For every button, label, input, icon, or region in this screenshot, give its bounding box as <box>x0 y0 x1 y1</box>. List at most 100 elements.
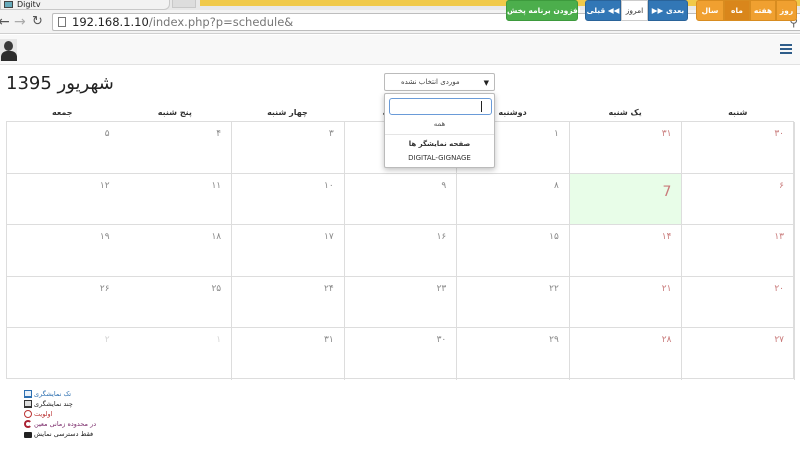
day-number: ۱۸ <box>211 232 222 243</box>
day-cell[interactable]: ۱۸ <box>119 225 233 277</box>
day-number: 7 <box>662 183 672 200</box>
day-cell[interactable]: ۵ <box>7 122 120 174</box>
today-button[interactable]: امروز <box>621 0 648 21</box>
day-cell[interactable]: ۴ <box>119 122 233 174</box>
day-cell[interactable]: ۱۰ <box>232 173 345 226</box>
new-tab-button[interactable] <box>172 0 196 8</box>
day-cell[interactable]: ۲۹ <box>457 328 570 380</box>
display-dropdown: همه صفحه نمایشگر ها DIGITAL-GIGNAGE <box>384 93 495 168</box>
hamburger-menu-icon[interactable] <box>780 44 792 54</box>
day-number: ۱۲ <box>99 180 110 191</box>
view-day-button[interactable]: روز <box>776 0 797 21</box>
caret-down-icon: ▼ <box>483 79 489 87</box>
day-cell[interactable]: ۲۵ <box>119 276 233 329</box>
day-number: ۲۶ <box>99 283 110 294</box>
day-number: ۱۹ <box>99 232 110 243</box>
time-range-icon <box>24 420 32 428</box>
day-cell[interactable]: ۱۹ <box>7 225 120 277</box>
day-cell[interactable]: ۲۶ <box>7 277 120 329</box>
weekday-header: شنبه <box>728 108 748 117</box>
forward-arrow-icon[interactable]: → <box>14 14 26 30</box>
day-cell[interactable]: ۱۱ <box>119 173 233 226</box>
day-number: ۳ <box>328 129 334 139</box>
day-cell[interactable]: ۳۱ <box>232 328 345 380</box>
day-number: ۱۶ <box>436 232 447 243</box>
day-cell[interactable]: ۳۱ <box>569 122 683 174</box>
day-cell[interactable]: ۹ <box>344 173 458 226</box>
day-cell[interactable]: ۲۴ <box>232 276 345 329</box>
monitor-icon <box>24 390 32 398</box>
weekday-header: یک شنبه <box>608 108 642 117</box>
day-number: ۳۱ <box>661 129 672 139</box>
day-cell[interactable]: ۲۷ <box>682 328 795 380</box>
day-cell[interactable]: ۱ <box>120 328 233 380</box>
weekday-header: جمعه <box>52 108 73 117</box>
day-number: ۲۹ <box>549 335 559 346</box>
tv-favicon-icon <box>4 1 13 8</box>
weekday-header: پنج شنبه <box>157 108 192 117</box>
next-button[interactable]: ▶▶ بعدی <box>648 0 688 21</box>
day-cell[interactable]: ۲۱ <box>569 276 683 329</box>
day-cell[interactable]: ۲۳ <box>344 276 458 329</box>
day-cell[interactable]: ۱۲ <box>7 174 120 226</box>
prev-button[interactable]: قبلی ◀◀ <box>585 0 621 21</box>
day-cell[interactable]: ۱۷ <box>232 225 345 277</box>
day-number: ۲۵ <box>211 283 222 294</box>
day-number: ۲۳ <box>436 283 447 294</box>
user-avatar[interactable] <box>0 39 17 61</box>
day-number: ۲۴ <box>324 283 334 294</box>
display-select-value: موردی انتخاب نشده <box>401 78 460 86</box>
day-number: ۵ <box>104 129 110 139</box>
dropdown-option-all[interactable]: همه <box>385 120 494 129</box>
browser-tab-title: Digitv <box>17 0 41 9</box>
day-cell[interactable]: ۳۰ <box>345 328 458 380</box>
day-number: ۳۰ <box>436 335 447 346</box>
day-cell[interactable]: ۲۰ <box>682 276 795 329</box>
dropdown-option-display[interactable]: DIGITAL-GIGNAGE <box>385 154 494 163</box>
day-number: ۱۳ <box>774 232 784 243</box>
day-cell[interactable]: ۸ <box>457 173 570 226</box>
day-number: ۱ <box>554 129 559 139</box>
day-number: ۱۷ <box>324 232 334 243</box>
day-cell[interactable]: ۶ <box>682 173 795 226</box>
day-number: ۱۱ <box>211 180 222 191</box>
day-number: ۴ <box>216 129 222 139</box>
view-week-button[interactable]: هفته <box>750 0 776 21</box>
reload-icon[interactable]: ↻ <box>32 14 43 30</box>
dropdown-search-input[interactable] <box>389 98 492 115</box>
day-number: ۳۰ <box>774 129 784 139</box>
avatar-body-icon <box>1 51 17 61</box>
day-cell[interactable]: 7 <box>569 173 683 226</box>
url-text: 192.168.1.10/index.php?p=schedule& <box>72 15 294 29</box>
lock-icon <box>24 432 32 438</box>
day-cell[interactable]: ۲۲ <box>457 276 570 329</box>
day-cell[interactable]: ۲۸ <box>570 328 683 380</box>
day-number: ۳۱ <box>324 335 334 346</box>
display-select[interactable]: موردی انتخاب نشده ▼ <box>384 73 495 91</box>
day-number: ۲۸ <box>661 335 672 346</box>
day-cell[interactable]: ۳ <box>232 122 345 174</box>
dropdown-divider <box>385 134 494 135</box>
weekday-header: چهار شنبه <box>267 108 308 117</box>
calendar-title: شهریور 1395 <box>6 73 114 94</box>
day-cell[interactable]: ۱۳ <box>682 225 795 277</box>
day-number: ۹ <box>441 180 447 191</box>
day-number: ۶ <box>779 180 784 191</box>
day-cell[interactable]: ۳۰ <box>682 122 795 174</box>
day-number: ۲۱ <box>661 283 672 294</box>
view-month-button[interactable]: ماه <box>724 0 750 21</box>
add-schedule-button[interactable]: افزودن برنامه پخش <box>506 0 580 21</box>
browser-tab[interactable]: Digitv <box>0 0 170 10</box>
day-cell[interactable]: ۱۶ <box>344 225 458 277</box>
day-cell[interactable]: ۲ <box>7 328 120 380</box>
day-number: ۸ <box>554 180 559 191</box>
day-cell[interactable]: ۱۵ <box>457 225 570 277</box>
day-number: ۱۰ <box>324 180 334 191</box>
app-navbar <box>0 35 800 65</box>
day-number: ۲ <box>104 335 110 346</box>
view-year-button[interactable]: سال <box>696 0 724 21</box>
day-number: ۲۷ <box>774 335 784 346</box>
back-arrow-icon[interactable]: ← <box>0 14 10 30</box>
monitors-icon <box>24 400 32 408</box>
day-cell[interactable]: ۱۴ <box>569 225 683 277</box>
